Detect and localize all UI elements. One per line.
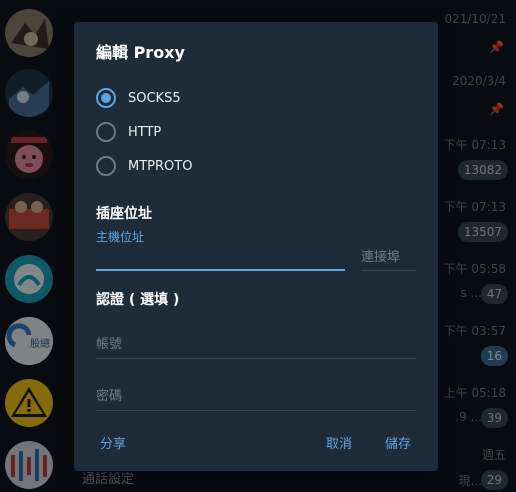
radio-label: MTPROTO bbox=[128, 158, 193, 174]
radio-label: HTTP bbox=[128, 124, 162, 140]
proxy-type-mtproto[interactable]: MTPROTO bbox=[96, 154, 192, 178]
host-input[interactable] bbox=[96, 246, 344, 268]
host-field-label: 主機位址 bbox=[96, 230, 145, 244]
password-input-underline bbox=[96, 410, 416, 411]
port-input-underline bbox=[361, 270, 416, 271]
socket-address-title: 插座位址 bbox=[96, 206, 152, 222]
username-input-underline bbox=[96, 358, 416, 359]
proxy-type-http[interactable]: HTTP bbox=[96, 120, 161, 144]
dialog-title: 編輯 Proxy bbox=[96, 43, 185, 62]
username-input[interactable] bbox=[96, 333, 416, 355]
radio-unchecked-icon[interactable] bbox=[96, 156, 116, 176]
password-input[interactable] bbox=[96, 385, 416, 407]
auth-section-title: 認證 ( 選填 ) bbox=[96, 292, 180, 308]
port-input[interactable] bbox=[361, 246, 416, 268]
proxy-type-socks5[interactable]: SOCKS5 bbox=[96, 86, 181, 110]
radio-unchecked-icon[interactable] bbox=[96, 122, 116, 142]
share-button[interactable]: 分享 bbox=[100, 433, 126, 452]
save-button[interactable]: 儲存 bbox=[385, 433, 411, 452]
cancel-button[interactable]: 取消 bbox=[326, 433, 352, 452]
edit-proxy-dialog: 編輯 Proxy SOCKS5 HTTP MTPROTO 插座位址 主機位址 認… bbox=[74, 22, 438, 471]
radio-checked-icon[interactable] bbox=[96, 88, 116, 108]
radio-label: SOCKS5 bbox=[128, 90, 181, 106]
host-input-underline bbox=[96, 269, 345, 271]
